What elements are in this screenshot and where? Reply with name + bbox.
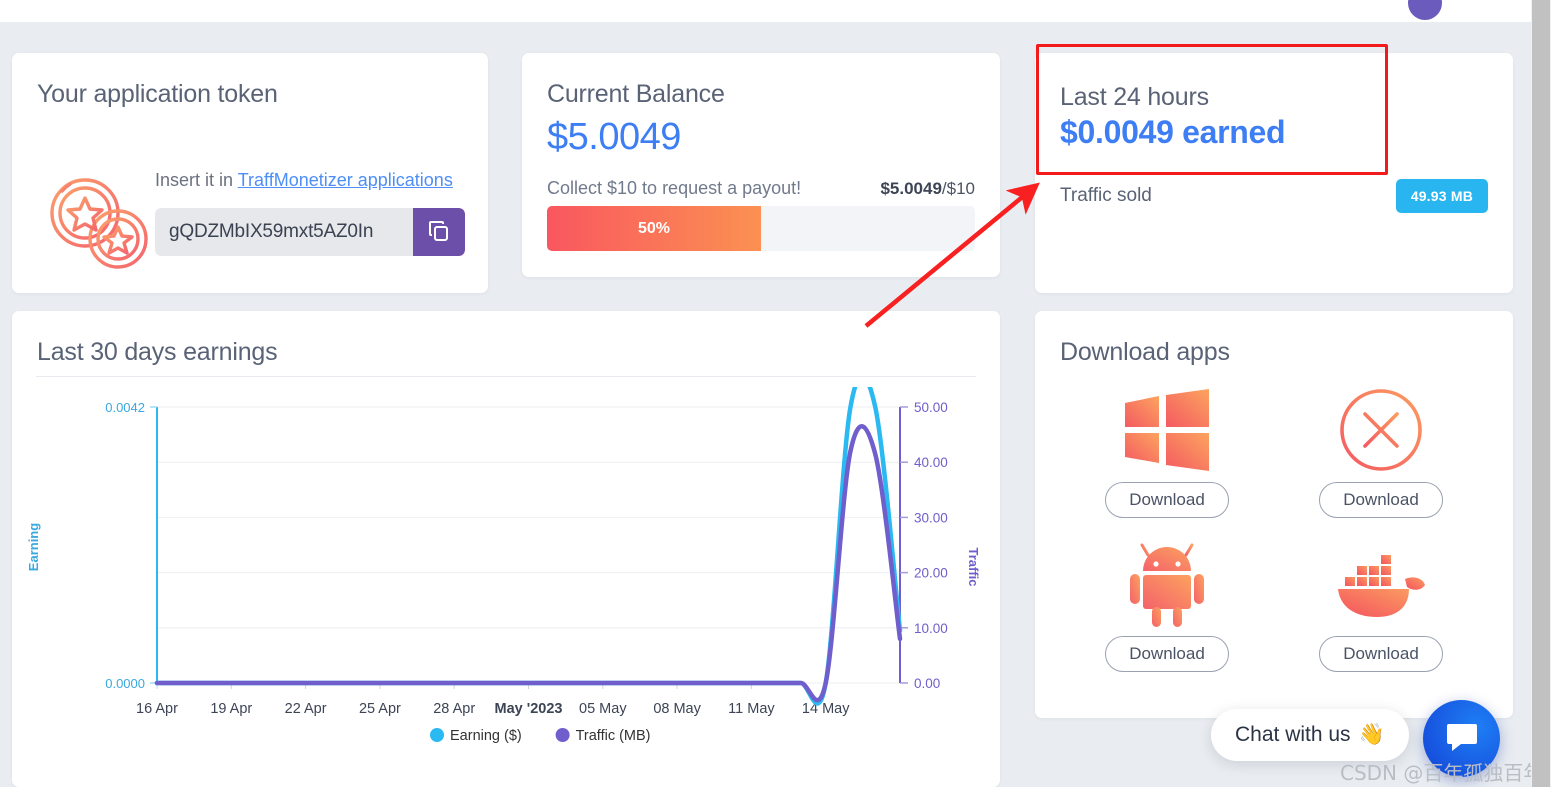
payout-progress-label: 50% <box>637 219 671 237</box>
download-apps-grid: Download Download Download Download <box>1060 384 1488 672</box>
last-24-hours-card: Last 24 hours $0.0049 earned Traffic sol… <box>1035 53 1513 293</box>
token-description-prefix: Insert it in <box>155 170 238 190</box>
app-cell-docker: Download <box>1274 538 1488 672</box>
android-icon <box>1127 538 1207 630</box>
payout-current: $5.0049 <box>880 179 942 198</box>
app-cell-x-circle: Download <box>1274 384 1488 518</box>
chat-launcher-button[interactable] <box>1423 700 1500 777</box>
payout-fraction: $5.0049/$10 <box>880 179 975 199</box>
token-value-field[interactable]: gQDZMbIX59mxt5AZ0In <box>155 208 413 256</box>
svg-text:Traffic: Traffic <box>966 547 981 586</box>
page-scrollbar-track[interactable] <box>1531 0 1551 787</box>
copy-icon <box>427 219 451 246</box>
dashboard-page: Your application token Insert it in Traf… <box>0 0 1551 787</box>
page-scrollbar-thumb[interactable] <box>1532 0 1550 787</box>
app-cell-android: Download <box>1060 538 1274 672</box>
svg-text:25 Apr: 25 Apr <box>359 701 401 717</box>
svg-text:10.00: 10.00 <box>914 621 948 636</box>
token-card-title: Your application token <box>37 80 278 108</box>
payout-message: Collect $10 to request a payout! <box>547 178 802 198</box>
download-button-x-circle[interactable]: Download <box>1319 482 1443 518</box>
balance-card-title: Current Balance <box>547 80 725 108</box>
download-button-windows[interactable]: Download <box>1105 482 1229 518</box>
download-button-android[interactable]: Download <box>1105 636 1229 672</box>
chart-card-title: Last 30 days earnings <box>37 338 278 366</box>
current-balance-card: Current Balance $5.0049 Collect $10 to r… <box>522 53 1000 277</box>
traffic-sold-row: Traffic sold 49.93 MB <box>1060 179 1488 213</box>
card-divider <box>36 376 976 377</box>
chat-bubble-icon <box>1445 719 1479 758</box>
download-card-title: Download apps <box>1060 338 1230 366</box>
svg-text:30.00: 30.00 <box>914 510 948 525</box>
top-header-strip <box>0 0 1531 22</box>
waving-hand-icon: 👋 <box>1358 723 1385 746</box>
download-button-docker[interactable]: Download <box>1319 636 1443 672</box>
svg-text:16 Apr: 16 Apr <box>136 701 178 717</box>
download-apps-card: Download apps Download Download Download… <box>1035 311 1513 718</box>
copy-token-button[interactable] <box>413 208 465 256</box>
svg-text:19 Apr: 19 Apr <box>210 701 252 717</box>
svg-text:0.00: 0.00 <box>914 676 940 691</box>
token-details: Insert it in TraffMonetizer applications… <box>155 166 475 256</box>
svg-text:11 May: 11 May <box>728 701 775 717</box>
svg-text:Earning: Earning <box>26 523 41 571</box>
payout-info-row: Collect $10 to request a payout! $5.0049… <box>547 178 975 199</box>
svg-text:28 Apr: 28 Apr <box>433 701 475 717</box>
traffmonetizer-apps-link[interactable]: TraffMonetizer applications <box>238 170 453 190</box>
payout-progress-bar: 50% <box>547 206 975 251</box>
svg-text:05 May: 05 May <box>579 701 627 717</box>
svg-text:May '2023: May '2023 <box>495 701 563 717</box>
svg-text:0.0042: 0.0042 <box>105 400 145 415</box>
windows-icon <box>1123 384 1211 476</box>
token-input-row: gQDZMbIX59mxt5AZ0In <box>155 208 465 256</box>
docker-icon <box>1335 538 1427 630</box>
earnings-chart[interactable]: 0.0042 0.0000 0.00 10.00 20.00 30.00 40.00 50.0… <box>12 373 1000 787</box>
traffic-sold-badge: 49.93 MB <box>1395 179 1488 213</box>
app-cell-windows: Download <box>1060 384 1274 518</box>
token-description: Insert it in TraffMonetizer applications <box>155 166 475 195</box>
last24-card-title: Last 24 hours <box>1060 83 1209 111</box>
svg-text:Earning ($): Earning ($) <box>450 728 522 744</box>
svg-text:50.00: 50.00 <box>914 400 948 415</box>
svg-text:08 May: 08 May <box>653 701 701 717</box>
payout-target: /$10 <box>941 179 975 198</box>
chat-with-us-bubble[interactable]: Chat with us 👋 <box>1211 709 1409 761</box>
balance-amount: $5.0049 <box>547 116 681 158</box>
coin-star-icon <box>40 169 165 279</box>
svg-text:Traffic (MB): Traffic (MB) <box>576 728 651 744</box>
traffic-sold-label: Traffic sold <box>1060 185 1152 206</box>
x-circle-icon <box>1339 384 1423 476</box>
svg-text:40.00: 40.00 <box>914 455 948 470</box>
payout-progress-fill: 50% <box>547 206 761 251</box>
last24-earned-amount: $0.0049 earned <box>1060 114 1286 150</box>
last-30-days-earnings-card: Last 30 days earnings 0.0042 0.0000 0.00 10… <box>12 311 1000 787</box>
svg-text:20.00: 20.00 <box>914 566 948 581</box>
svg-text:14 May: 14 May <box>802 701 850 717</box>
svg-text:22 Apr: 22 Apr <box>285 701 327 717</box>
svg-text:0.0000: 0.0000 <box>105 676 145 691</box>
application-token-card: Your application token Insert it in Traf… <box>12 53 488 293</box>
chat-bubble-text: Chat with us <box>1235 723 1351 746</box>
